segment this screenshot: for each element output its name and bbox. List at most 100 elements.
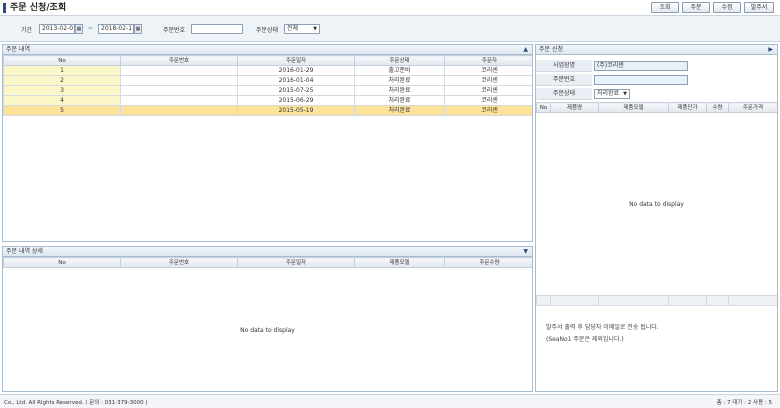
- col-header-quantity[interactable]: 수량: [706, 102, 729, 113]
- order-button[interactable]: 주문: [682, 2, 710, 13]
- collapse-up-icon[interactable]: ▲: [523, 45, 528, 54]
- order-request-header: 주문 신청 ▶: [536, 45, 777, 55]
- cell-order-no: [120, 85, 238, 96]
- date-from-input[interactable]: 2013-02-01: [39, 24, 75, 34]
- order-no-input[interactable]: [191, 24, 243, 34]
- title-bar: 주문 신청/조회 조회 주문 수정 발주서: [0, 0, 780, 15]
- order-request-panel: 주문 신청 ▶ 사업장명 (주)코리센 주문번호 주문상태 처리완료 ▼ No …: [535, 44, 778, 392]
- cell-order-no: [120, 95, 238, 106]
- cell-status: 출고준비: [354, 65, 445, 76]
- cell-orderer: 코리센: [444, 85, 532, 96]
- col-header-unit-price[interactable]: 제품단가: [668, 102, 707, 113]
- toolbar: 조회 주문 수정 발주서: [651, 2, 774, 13]
- col-header-status[interactable]: 주문상태: [354, 55, 445, 66]
- cell-status: 처리완료: [354, 85, 445, 96]
- calendar-icon[interactable]: ▦: [75, 24, 83, 34]
- cell-date: 2015-06-29: [237, 95, 355, 106]
- footer: Co., Ltd. All Rights Reserved. ( 문의 : 03…: [0, 394, 780, 408]
- business-label: 사업장명: [536, 60, 592, 72]
- order-detail-title: 주문 내역 상세: [6, 248, 43, 255]
- table-row[interactable]: 1 2016-01-29 출고준비 코리센: [3, 65, 532, 76]
- status-label: 주문상태: [536, 88, 592, 100]
- product-total-row: [536, 295, 777, 306]
- search-button[interactable]: 조회: [651, 2, 679, 13]
- col-header-order-price[interactable]: 주문가격: [728, 102, 777, 113]
- cell-no: 2: [3, 75, 121, 86]
- order-no-row: 주문번호: [536, 74, 777, 86]
- copyright-text: Co., Ltd. All Rights Reserved. ( 문의 : 03…: [4, 400, 148, 406]
- cell-no: 3: [3, 85, 121, 96]
- cell-status: 처리완료: [354, 95, 445, 106]
- edit-button[interactable]: 수정: [713, 2, 741, 13]
- status-select-value: 처리완료: [597, 90, 620, 97]
- product-total-table: [536, 295, 777, 306]
- status-select[interactable]: 전체 ▼: [284, 24, 320, 34]
- cell-orderer: 코리센: [444, 75, 532, 86]
- cell-orderer: 코리센: [444, 105, 532, 116]
- order-no-label: 주문번호: [536, 74, 592, 86]
- business-field[interactable]: (주)코리센: [594, 61, 688, 71]
- col-header-no[interactable]: No: [536, 102, 551, 113]
- col-header-product-model[interactable]: 제품모델: [598, 102, 669, 113]
- order-detail-table: No 주문번호 주문일자 제품모델 주문수량: [3, 257, 532, 268]
- cell-status: 처리완료: [354, 105, 445, 116]
- table-row[interactable]: 2 2016-01-04 처리완료 코리센: [3, 75, 532, 86]
- order-list-title: 주문 내역: [6, 46, 30, 53]
- table-row[interactable]: 4 2015-06-29 처리완료 코리센: [3, 95, 532, 106]
- col-header-date[interactable]: 주문일자: [237, 257, 355, 268]
- table-row[interactable]: 3 2015-07-25 처리완료 코리센: [3, 85, 532, 96]
- page-title: 주문 신청/조회: [10, 3, 67, 13]
- cell-date: 2016-01-04: [237, 75, 355, 86]
- cell-date: 2016-01-29: [237, 65, 355, 76]
- col-header-no[interactable]: No: [3, 55, 121, 66]
- order-list-table: No 주문번호 주문일자 주문상태 주문자 1 2016-01-29 출고준비 …: [3, 55, 532, 116]
- caret-down-icon: ▼: [313, 26, 317, 32]
- business-row: 사업장명 (주)코리센: [536, 60, 777, 72]
- order-no-label: 주문번호: [163, 27, 186, 34]
- cell-status: 처리완료: [354, 75, 445, 86]
- search-bar: 기간 2013-02-01 ▦ ~ 2018-02-11 ▦ 주문번호 주문상태…: [0, 15, 780, 42]
- purchase-order-button[interactable]: 발주서: [744, 2, 774, 13]
- chevron-right-icon[interactable]: ▶: [768, 45, 773, 54]
- order-no-field[interactable]: [594, 75, 688, 85]
- col-header-no[interactable]: No: [3, 257, 121, 268]
- empty-state-text: No data to display: [629, 201, 684, 208]
- cell-date: 2015-07-25: [237, 85, 355, 96]
- notice-line-2: (SeaNo1 주문은 제외입니다.): [546, 336, 624, 343]
- status-summary: 총 : 7 대기 : 2 사용 : 5: [716, 400, 772, 406]
- order-detail-header: 주문 내역 상세 ▼: [3, 247, 532, 257]
- col-header-date[interactable]: 주문일자: [237, 55, 355, 66]
- status-label: 주문상태: [256, 27, 279, 34]
- col-header-quantity[interactable]: 주문수량: [444, 257, 532, 268]
- cell-no: 4: [3, 95, 121, 106]
- cell-order-no: [120, 65, 238, 76]
- status-select-value: 전체: [287, 25, 299, 32]
- caret-down-icon: ▼: [623, 91, 627, 97]
- order-detail-panel: 주문 내역 상세 ▼ No 주문번호 주문일자 제품모델 주문수량 No dat…: [2, 246, 533, 392]
- product-table-wrap: No 제품명 제품모델 제품단가 수량 주문가격: [536, 102, 777, 113]
- col-header-order-no[interactable]: 주문번호: [120, 55, 238, 66]
- col-header-product-name[interactable]: 제품명: [550, 102, 599, 113]
- collapse-down-icon[interactable]: ▼: [523, 247, 528, 256]
- status-select[interactable]: 처리완료 ▼: [594, 89, 630, 99]
- cell-order-no: [120, 105, 238, 116]
- cell-no: 1: [3, 65, 121, 76]
- col-header-order-no[interactable]: 주문번호: [120, 257, 238, 268]
- notice-line-1: 발주서 출력 후 담당자 이메일로 전송 됩니다.: [546, 324, 659, 331]
- order-list-panel: 주문 내역 ▲ No 주문번호 주문일자 주문상태 주문자 1 2016-01-…: [2, 44, 533, 242]
- period-label: 기간: [21, 27, 33, 34]
- table-row-selected[interactable]: 5 2015-05-19 처리완료 코리센: [3, 105, 532, 116]
- status-row: 주문상태 처리완료 ▼: [536, 88, 777, 100]
- col-header-model[interactable]: 제품모델: [354, 257, 445, 268]
- cell-orderer: 코리센: [444, 65, 532, 76]
- product-table: No 제품명 제품모델 제품단가 수량 주문가격: [536, 102, 777, 113]
- cell-no: 5: [3, 105, 121, 116]
- order-request-title: 주문 신청: [539, 46, 563, 53]
- date-range-tilde: ~: [88, 25, 94, 32]
- calendar-icon[interactable]: ▦: [134, 24, 142, 34]
- cell-date: 2015-05-19: [237, 105, 355, 116]
- date-to-input[interactable]: 2018-02-11: [98, 24, 134, 34]
- cell-order-no: [120, 75, 238, 86]
- col-header-orderer[interactable]: 주문자: [444, 55, 532, 66]
- title-accent-bar: [3, 3, 6, 13]
